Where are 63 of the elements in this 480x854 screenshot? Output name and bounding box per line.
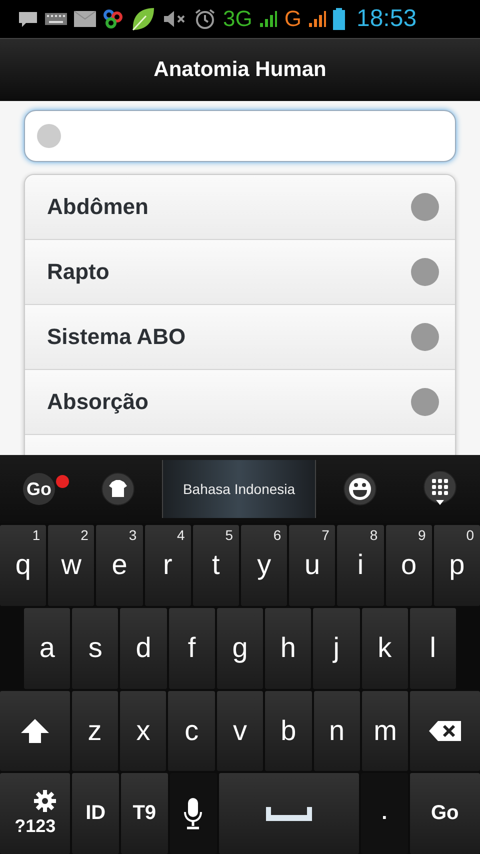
keyboard-key[interactable]: 0 p — [434, 525, 480, 606]
keyboard-key[interactable]: c — [168, 690, 215, 772]
signal-icon — [308, 10, 326, 28]
keyboard-key[interactable]: j — [313, 608, 360, 688]
clock: 18:53 — [356, 5, 417, 33]
keyboard-key[interactable]: z — [72, 690, 118, 772]
keyboard-key[interactable]: 5 t — [192, 525, 240, 606]
space-icon — [266, 806, 312, 821]
list-item[interactable]: Sistema ABO — [25, 305, 455, 370]
keyboard-key[interactable] — [0, 690, 70, 772]
keyboard-key[interactable]: k — [362, 608, 408, 688]
list-item[interactable]: Rapto — [25, 240, 455, 305]
keypad-icon[interactable] — [423, 471, 457, 507]
backspace-icon — [428, 720, 462, 742]
page-title: Anatomia Human — [154, 58, 326, 82]
keyboard-icon — [45, 13, 67, 25]
keyboard-key[interactable]: f — [168, 608, 215, 688]
keyboard-key[interactable]: s — [72, 608, 118, 688]
keyboard-key[interactable]: 3 e — [96, 525, 143, 606]
signal-icon — [259, 10, 278, 28]
smiley-icon[interactable] — [343, 472, 377, 506]
alarm-icon — [194, 8, 216, 30]
keyboard-key[interactable]: 4 r — [144, 525, 191, 606]
list-item[interactable]: Absorção — [25, 370, 455, 435]
keyboard-key[interactable]: 2 w — [48, 525, 94, 606]
keyboard-key[interactable]: a — [24, 608, 70, 688]
keyboard-key[interactable]: T9 — [121, 773, 168, 854]
keyboard-key[interactable]: n — [314, 690, 360, 772]
mute-icon — [163, 10, 187, 28]
language-button[interactable]: Bahasa Indonesia — [162, 460, 316, 518]
keyboard-key[interactable]: 9 o — [386, 525, 432, 606]
keyboard-key[interactable]: l — [410, 608, 456, 688]
go-logo[interactable]: Go — [23, 473, 55, 505]
shift-icon — [20, 718, 50, 744]
keyboard-key[interactable]: 6 y — [241, 525, 288, 606]
microphone-icon — [183, 798, 204, 830]
keyboard-key[interactable]: Go — [410, 773, 480, 854]
keyboard-key[interactable]: 8 i — [337, 525, 384, 606]
keyboard-key[interactable]: d — [120, 608, 167, 688]
search-field[interactable] — [24, 110, 456, 162]
keyboard-key[interactable]: g — [216, 608, 264, 688]
keyboard-key[interactable]: ?123 — [0, 773, 70, 854]
leaf-icon — [130, 6, 156, 32]
keyboard-key[interactable]: 1 q — [0, 525, 46, 606]
battery-icon — [333, 8, 346, 30]
keyboard-key[interactable]: h — [265, 608, 312, 688]
network-type: G — [284, 6, 302, 32]
rings-icon — [103, 9, 123, 29]
keyboard-key[interactable] — [410, 690, 480, 772]
message-icon — [18, 10, 38, 28]
keyboard-key[interactable]: x — [120, 690, 166, 772]
keyboard-key[interactable]: m — [362, 690, 408, 772]
network-type: 3G — [223, 6, 252, 32]
keyboard-key[interactable]: 7 u — [289, 525, 336, 606]
keyboard-key[interactable] — [170, 773, 217, 854]
keyboard-key[interactable]: v — [216, 690, 264, 772]
keyboard-key[interactable]: ID — [72, 773, 119, 854]
keyboard-key[interactable]: b — [265, 690, 312, 772]
shirt-icon[interactable] — [101, 472, 135, 506]
keyboard-key[interactable]: . — [361, 773, 408, 854]
mail-icon — [74, 11, 96, 27]
keyboard-key[interactable] — [218, 773, 359, 854]
list-item[interactable]: Abdômen — [25, 175, 455, 240]
